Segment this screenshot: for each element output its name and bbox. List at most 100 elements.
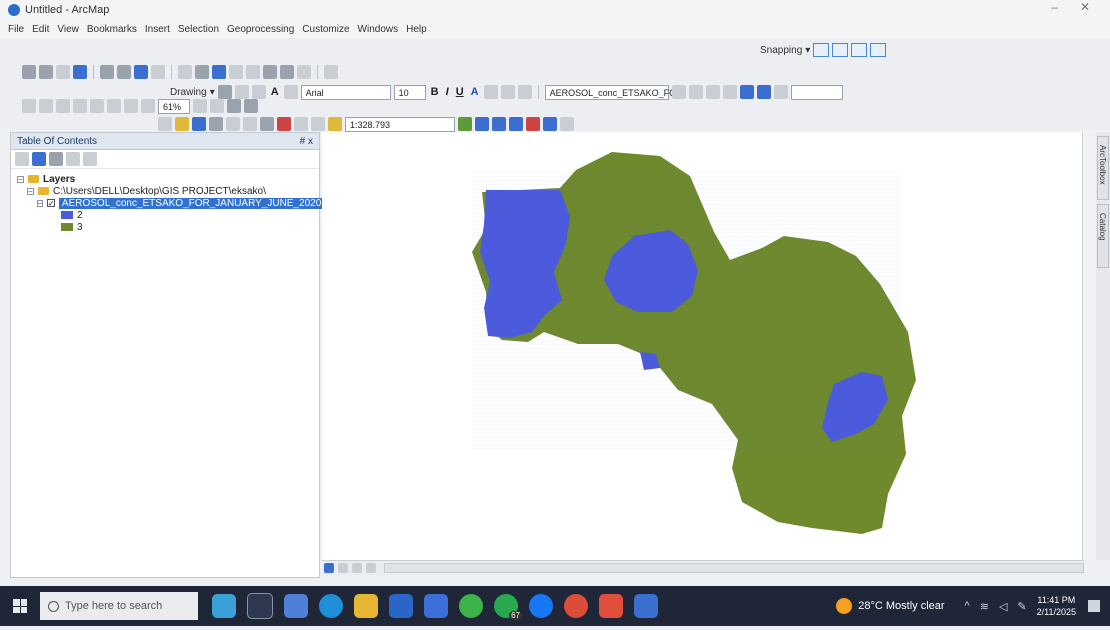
italic-button[interactable]: I xyxy=(446,86,449,98)
reshape-icon[interactable] xyxy=(688,85,703,99)
clock[interactable]: 11:41 PM 2/11/2025 xyxy=(1037,594,1076,618)
delete-icon[interactable] xyxy=(277,117,291,131)
list-by-drawing-order-icon[interactable] xyxy=(15,152,29,166)
snap-point-icon[interactable] xyxy=(813,43,830,57)
font-size-combo[interactable]: 10 xyxy=(393,84,426,100)
raster-map[interactable] xyxy=(322,132,1082,560)
new-document-icon[interactable] xyxy=(158,117,172,131)
tree-folder[interactable]: – C:\Users\DELL\Desktop\GIS PROJECT\eksa… xyxy=(17,185,313,197)
full-extent-icon[interactable] xyxy=(73,65,87,79)
viewer-icon[interactable] xyxy=(324,65,338,79)
refresh-button[interactable] xyxy=(352,563,362,573)
show-hidden-icons-chevron-icon[interactable]: ^ xyxy=(965,600,970,612)
fill-color-icon[interactable] xyxy=(483,85,498,99)
model-builder-icon[interactable] xyxy=(560,117,574,131)
snap-end-icon[interactable] xyxy=(832,43,849,57)
back-icon[interactable] xyxy=(134,65,148,79)
arctoolbox-icon[interactable] xyxy=(526,117,540,131)
find-route-icon[interactable] xyxy=(280,65,294,79)
select-features-icon[interactable] xyxy=(178,65,192,79)
hyperlink-icon[interactable] xyxy=(229,65,243,79)
catalog-icon[interactable] xyxy=(492,117,506,131)
underline-button[interactable]: U xyxy=(456,86,464,98)
snap-vertex-icon[interactable] xyxy=(851,43,868,57)
split-icon[interactable] xyxy=(722,85,737,99)
widgets-icon[interactable] xyxy=(284,594,308,618)
menu-selection[interactable]: Selection xyxy=(178,24,219,35)
open-icon[interactable] xyxy=(175,117,189,131)
zoom-percent-combo[interactable]: 61% xyxy=(158,98,190,114)
forward-icon[interactable] xyxy=(151,65,165,79)
tree-root[interactable]: – Layers xyxy=(17,173,313,185)
notification-center-icon[interactable] xyxy=(1088,600,1100,612)
close-button[interactable]: ✕ xyxy=(1080,0,1090,14)
marker-color-icon[interactable] xyxy=(517,85,532,99)
menu-insert[interactable]: Insert xyxy=(145,24,170,35)
file-explorer-icon[interactable] xyxy=(354,594,378,618)
layout-view-button[interactable] xyxy=(338,563,348,573)
layer-visibility-checkbox[interactable]: ✓ xyxy=(46,199,55,208)
fixed-zoom-layout-icon[interactable] xyxy=(107,99,121,113)
store-icon[interactable] xyxy=(424,594,448,618)
zoom-100-icon[interactable] xyxy=(90,99,104,113)
duolingo-icon[interactable] xyxy=(459,594,483,618)
rotate-tool-icon[interactable] xyxy=(773,85,788,99)
editor-toolbar-icon[interactable] xyxy=(458,117,472,131)
toc-options-icon[interactable] xyxy=(83,152,97,166)
edge-icon[interactable] xyxy=(319,594,343,618)
focus-frame-icon[interactable] xyxy=(210,99,224,113)
collapse-icon[interactable]: – xyxy=(27,187,34,195)
layout-pan-icon[interactable] xyxy=(56,99,70,113)
snapping-dropdown[interactable]: Snapping xyxy=(760,45,802,56)
menu-file[interactable]: File xyxy=(8,24,24,35)
zoom-whole-page-icon[interactable] xyxy=(73,99,87,113)
sketch-properties-icon[interactable] xyxy=(756,85,771,99)
rotation-input[interactable] xyxy=(790,84,843,100)
zoom-out-icon[interactable] xyxy=(39,65,53,79)
catalog-tab[interactable]: Catalog xyxy=(1097,204,1109,268)
menu-windows[interactable]: Windows xyxy=(358,24,399,35)
legend-swatch[interactable] xyxy=(61,211,73,219)
table-of-contents-icon[interactable] xyxy=(475,117,489,131)
legend-swatch[interactable] xyxy=(61,223,73,231)
fixed-zoom-in-icon[interactable] xyxy=(100,65,114,79)
cortana-icon[interactable] xyxy=(212,594,236,618)
menu-edit[interactable]: Edit xyxy=(32,24,49,35)
volume-icon[interactable]: ◁ xyxy=(999,600,1007,613)
whatsapp-icon[interactable]: 67 xyxy=(494,594,522,620)
layout-back-icon[interactable] xyxy=(124,99,138,113)
undo-icon[interactable] xyxy=(294,117,308,131)
measure-icon[interactable] xyxy=(246,65,260,79)
arcmap-taskbar-icon[interactable] xyxy=(634,594,658,618)
toggle-draft-icon[interactable] xyxy=(193,99,207,113)
menu-bookmarks[interactable]: Bookmarks xyxy=(87,24,137,35)
list-by-selection-icon[interactable] xyxy=(66,152,80,166)
minimize-button[interactable]: – xyxy=(1051,0,1058,14)
outlook-icon[interactable] xyxy=(389,594,413,618)
change-layout-icon[interactable] xyxy=(227,99,241,113)
map-scale-combo[interactable]: 1:328.793 xyxy=(345,116,455,132)
map-vertical-scrollbar[interactable] xyxy=(1082,132,1097,560)
save-icon[interactable] xyxy=(192,117,206,131)
add-data-icon[interactable] xyxy=(328,117,342,131)
layout-zoom-out-icon[interactable] xyxy=(39,99,53,113)
font-name-combo[interactable]: Arial xyxy=(300,84,391,100)
redo-icon[interactable] xyxy=(311,117,325,131)
task-view-icon[interactable] xyxy=(247,593,273,619)
zoom-in-icon[interactable] xyxy=(22,65,36,79)
wps-office-icon[interactable] xyxy=(599,594,623,618)
toc-pin-close[interactable]: # x xyxy=(300,136,313,147)
python-icon[interactable] xyxy=(543,117,557,131)
paste-icon[interactable] xyxy=(260,117,274,131)
line-color-icon[interactable] xyxy=(500,85,515,99)
arctoolbox-tab[interactable]: ArcToolbox xyxy=(1097,136,1109,200)
menu-customize[interactable]: Customize xyxy=(302,24,349,35)
layout-forward-icon[interactable] xyxy=(141,99,155,113)
callout-icon[interactable] xyxy=(283,85,298,99)
font-color-icon[interactable]: A xyxy=(471,86,479,98)
identify-icon[interactable] xyxy=(212,65,226,79)
copy-icon[interactable] xyxy=(243,117,257,131)
search-window-icon[interactable] xyxy=(509,117,523,131)
collapse-icon[interactable]: – xyxy=(17,175,24,183)
bold-button[interactable]: B xyxy=(431,86,439,98)
